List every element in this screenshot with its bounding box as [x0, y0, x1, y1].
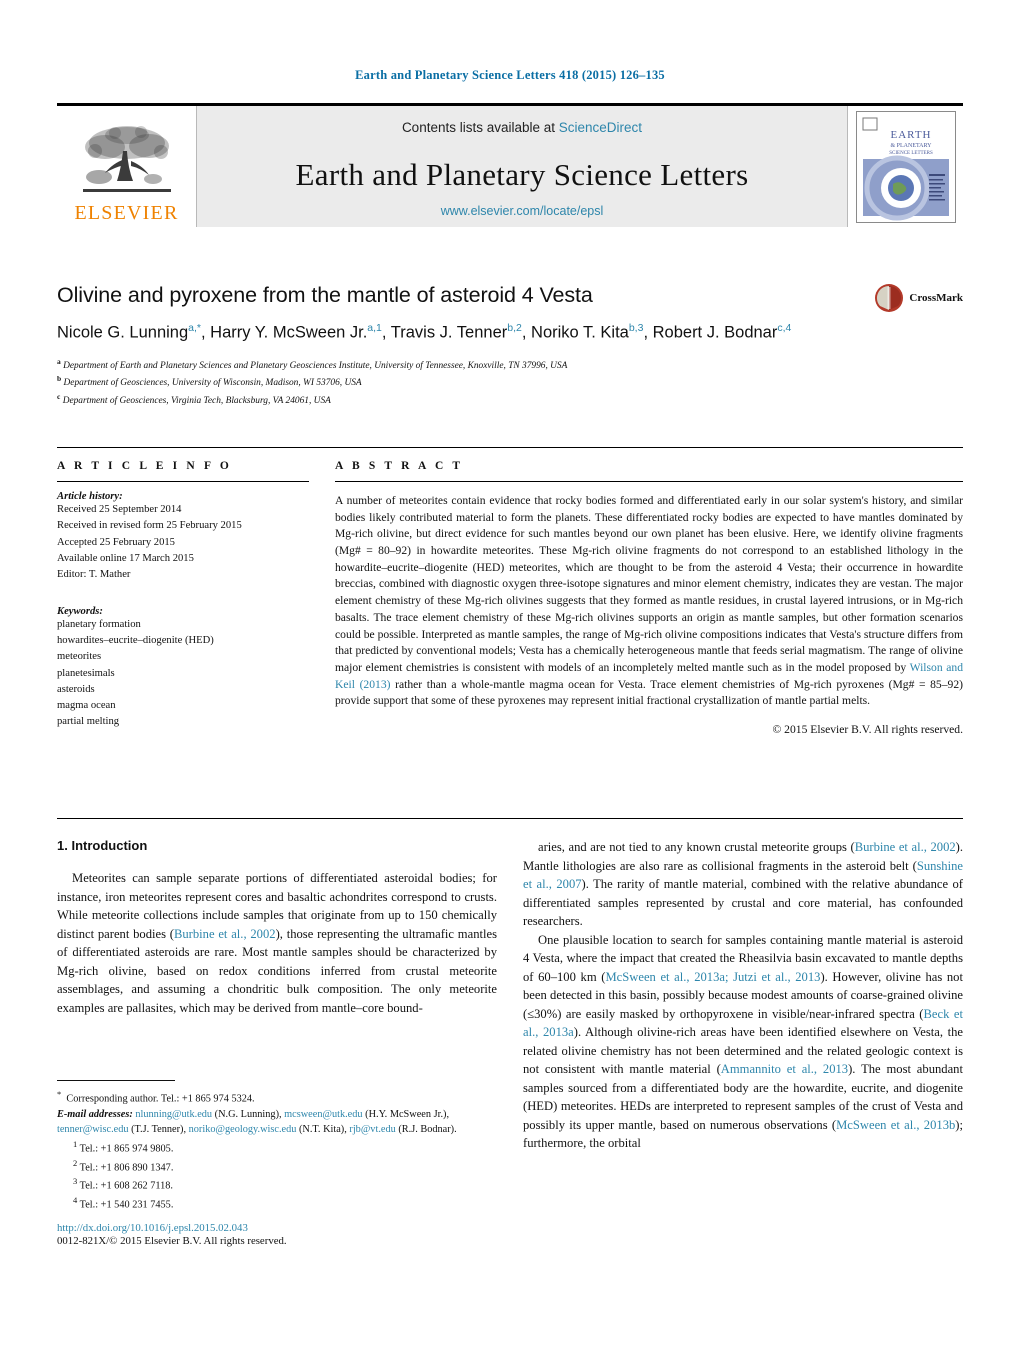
affiliation-mark-c: c [57, 391, 61, 401]
history-revised: Received in revised form 25 February 201… [57, 520, 242, 532]
affiliation-a: a Department of Earth and Planetary Scie… [57, 356, 963, 373]
svg-text:& PLANETARY: & PLANETARY [890, 143, 932, 149]
masthead-center: Contents lists available at ScienceDirec… [197, 106, 847, 227]
keyword-item: magma ocean [57, 700, 116, 712]
keywords-block: Keywords: planetary formation howardites… [57, 606, 309, 731]
journal-title: Earth and Planetary Science Letters [295, 157, 749, 192]
article-info-rule [57, 481, 309, 482]
keyword-item: partial melting [57, 716, 120, 728]
footnote-tel-text-4: Tel.: +1 540 231 7455. [79, 1199, 174, 1211]
crossmark-label: CrossMark [909, 292, 963, 304]
intro-paragraph-left: Meteorites can sample separate portions … [57, 871, 497, 1015]
footer-block: http://dx.doi.org/10.1016/j.epsl.2015.02… [57, 1222, 497, 1247]
journal-cover-thumbnail[interactable]: EARTH & PLANETARY SCIENCE LETTERS [847, 106, 963, 227]
article-info-heading: A R T I C L E I N F O [57, 460, 232, 472]
intro-paragraph-right-1: aries, and are not tied to any known cru… [523, 840, 964, 928]
title-block: CrossMark Olivine and pyroxene from the … [57, 283, 963, 408]
footnote-tel-text-2: Tel.: +1 806 890 1347. [79, 1162, 174, 1174]
abstract-text: A number of meteorites contain evidence … [335, 494, 963, 708]
elsevier-wordmark: ELSEVIER [74, 202, 179, 224]
history-editor: Editor: T. Mather [57, 569, 131, 581]
abstract-copyright: © 2015 Elsevier B.V. All rights reserved… [772, 722, 963, 736]
affiliation-c: c Department of Geosciences, Virginia Te… [57, 391, 963, 408]
footnote-block: * Corresponding author. Tel.: +1 865 974… [57, 1080, 497, 1213]
crossmark-icon [875, 284, 904, 312]
article-history-label: Article history: [57, 491, 123, 502]
affiliation-text-c: Department of Geosciences, Virginia Tech… [62, 395, 331, 406]
footnote-tel-4: 4 Tel.: +1 540 231 7455. [57, 1194, 497, 1213]
keyword-item: asteroids [57, 683, 95, 695]
info-abstract-columns: A R T I C L E I N F O Article history: R… [57, 460, 963, 736]
footnote-rule [57, 1080, 175, 1081]
contents-available-line: Contents lists available at ScienceDirec… [402, 120, 642, 135]
history-received: Received 25 September 2014 [57, 504, 182, 515]
running-head: Earth and Planetary Science Letters 418 … [355, 68, 665, 82]
article-info-column: A R T I C L E I N F O Article history: R… [57, 460, 309, 736]
abstract-heading: A B S T R A C T [335, 460, 464, 472]
svg-text:SCIENCE LETTERS: SCIENCE LETTERS [889, 151, 933, 156]
keyword-item: planetesimals [57, 667, 115, 679]
body-divider [57, 818, 963, 819]
keyword-item: howardites–eucrite–diogenite (HED) [57, 634, 214, 646]
affiliation-mark-b: b [57, 374, 62, 384]
section-heading-introduction: 1. Introduction [57, 838, 148, 853]
footnote-mark-1: 1 [73, 1138, 78, 1149]
affiliation-mark-a: a [57, 356, 61, 366]
crossmark-badge[interactable]: CrossMark [874, 283, 963, 313]
footnote-tel-1: 1 Tel.: +1 865 974 9805. [57, 1138, 497, 1157]
footnote-mark-2: 2 [73, 1157, 78, 1168]
history-accepted: Accepted 25 February 2015 [57, 536, 175, 548]
elsevier-logo: ELSEVIER [57, 106, 197, 227]
footnote-mark-3: 3 [73, 1176, 78, 1187]
footnote-email-addresses: E-mail addresses: nlunning@utk.edu (N.G.… [57, 1108, 457, 1136]
footnote-tel-2: 2 Tel.: +1 806 890 1347. [57, 1157, 497, 1176]
doi-link[interactable]: http://dx.doi.org/10.1016/j.epsl.2015.02… [57, 1222, 497, 1234]
abstract-rule [335, 481, 963, 482]
page-title: Olivine and pyroxene from the mantle of … [57, 283, 593, 307]
contents-prefix: Contents lists available at [401, 120, 559, 135]
footnote-tel-text-3: Tel.: +1 608 262 7118. [79, 1180, 174, 1192]
affiliation-text-b: Department of Geosciences, University of… [63, 378, 362, 389]
footnote-tel-3: 3 Tel.: +1 608 262 7118. [57, 1175, 497, 1194]
keyword-item: planetary formation [57, 618, 141, 630]
footnote-mark-4: 4 [73, 1195, 78, 1206]
author-list: Nicole G. Lunninga,*, Harry Y. McSween J… [57, 322, 792, 342]
svg-text:EARTH: EARTH [890, 129, 931, 141]
journal-masthead: ELSEVIER Contents lists available at Sci… [57, 103, 963, 230]
affiliation-b: b Department of Geosciences, University … [57, 373, 963, 390]
info-divider-top [57, 447, 963, 448]
abstract-column: A B S T R A C T A number of meteorites c… [309, 460, 963, 736]
affiliation-text-a: Department of Earth and Planetary Scienc… [63, 361, 568, 372]
history-available-online: Available online 17 March 2015 [57, 552, 194, 564]
affiliation-list: a Department of Earth and Planetary Scie… [57, 356, 963, 408]
article-first-page: Earth and Planetary Science Letters 418 … [0, 0, 1020, 1351]
journal-homepage-link[interactable]: www.elsevier.com/locate/epsl [197, 204, 847, 218]
keywords-label: Keywords: [57, 605, 103, 617]
footnote-tel-text-1: Tel.: +1 865 974 9805. [79, 1143, 174, 1155]
elsevier-tree-icon [82, 126, 171, 192]
issn-copyright-line: 0012-821X/© 2015 Elsevier B.V. All right… [57, 1235, 287, 1247]
journal-cover-image: EARTH & PLANETARY SCIENCE LETTERS [855, 110, 956, 223]
sciencedirect-link[interactable]: ScienceDirect [559, 120, 642, 135]
intro-paragraph-right-2: One plausible location to search for sam… [523, 932, 964, 1151]
footnote-corresponding-author: * Corresponding author. Tel.: +1 865 974… [57, 1089, 255, 1105]
body-right-column: aries, and are not tied to any known cru… [523, 838, 963, 1153]
keyword-item: meteorites [57, 651, 102, 663]
